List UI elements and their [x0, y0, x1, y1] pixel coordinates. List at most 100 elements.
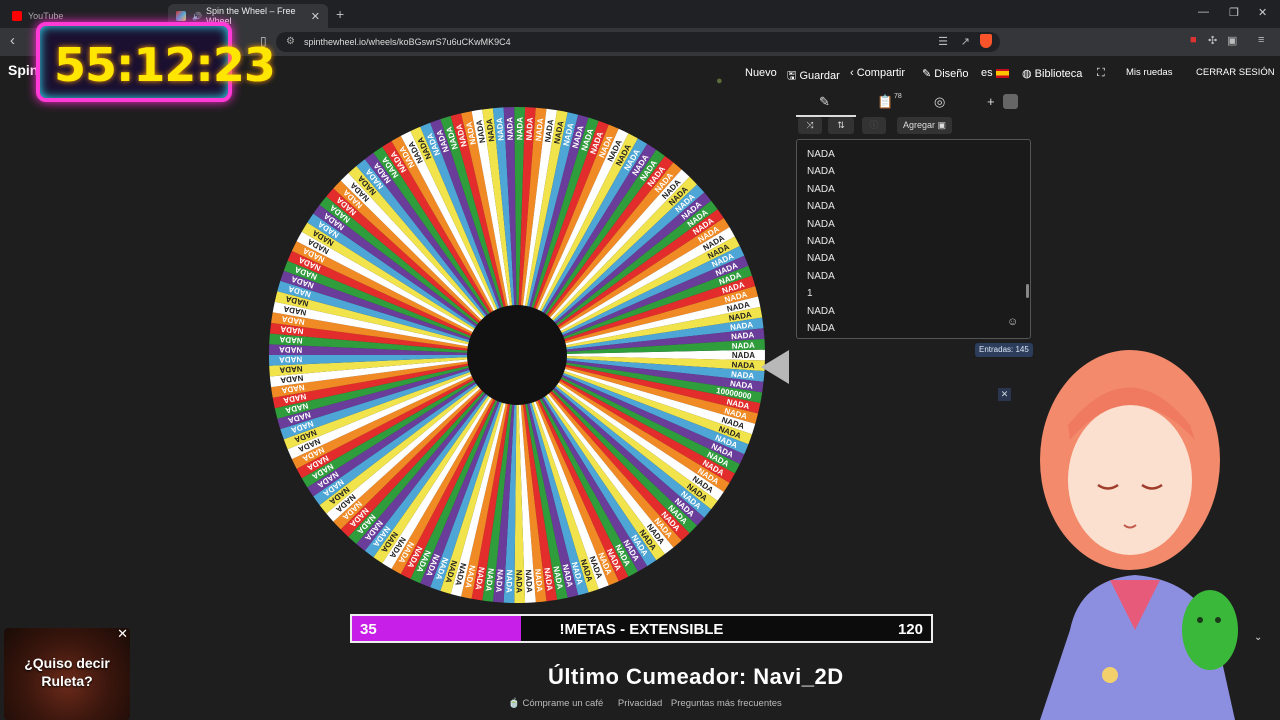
last-cumeador: Último Cumeador: Navi_2D	[548, 664, 844, 689]
goal-bar: !METAS - EXTENSIBLE 35 120	[350, 614, 933, 643]
url-field[interactable]: ⚙ spinthewheel.io/wheels/koBGswrS7u6uCKw…	[276, 32, 1000, 52]
nav-save[interactable]: 🖫 Guardar	[787, 67, 840, 86]
add-wheel-icon[interactable]: +	[987, 94, 995, 109]
info-button[interactable]: ⓘ	[862, 117, 886, 134]
wheel-segment-label: NADA	[279, 364, 303, 374]
entry-item: NADA	[807, 149, 835, 160]
chevron-down-icon[interactable]: ⌄	[1254, 632, 1262, 643]
entry-item: NADA	[807, 253, 835, 265]
share-icon: ‹	[850, 67, 854, 79]
entry-item: NADA	[807, 236, 835, 248]
results-list-icon[interactable]: 📋	[877, 94, 893, 110]
logout-button[interactable]: CERRAR SESIÓN	[1196, 67, 1275, 78]
results-count-badge: 78	[894, 93, 902, 100]
nav-my-wheels[interactable]: Mis ruedas	[1126, 67, 1172, 78]
entries-textarea[interactable]: NADA NADA NADA NADA NADA NADA NADA NADA 1 NADA NAD…	[796, 139, 1031, 339]
entry-item: NADA	[807, 270, 835, 282]
wheel-thumbnail-icon[interactable]	[1003, 94, 1018, 109]
spin-wheel[interactable]: NADANADANADANADA10000000NADANADANADANADA…	[262, 100, 772, 610]
globe-icon: ◍	[1022, 68, 1032, 80]
ruleta-text: ¿Quiso decir Ruleta?	[4, 654, 130, 690]
save-icon: 🖫	[787, 70, 797, 82]
nav-language[interactable]: es	[981, 67, 1009, 79]
ruleta-line2: Ruleta?	[41, 673, 93, 689]
close-popup-icon[interactable]: ✕	[117, 626, 128, 642]
site-settings-icon: ⚙	[286, 36, 295, 47]
timer-digits: 55:12:23	[54, 38, 276, 92]
nav-share-label: Compartir	[856, 67, 906, 79]
entries-scrollbar[interactable]	[1026, 284, 1029, 298]
nav-library[interactable]: ◍ Biblioteca	[1022, 67, 1082, 80]
ruleta-popup: ✕ ¿Quiso decir Ruleta?	[4, 626, 130, 720]
wheel-segment-label: NADA	[731, 360, 755, 370]
pencil-icon: ✎	[922, 68, 932, 80]
sidebar-icon[interactable]: ▣	[1227, 34, 1237, 47]
spain-flag-icon	[995, 68, 1009, 78]
nav-new[interactable]: Nuevo	[745, 67, 777, 79]
back-icon[interactable]: ‹	[10, 32, 15, 49]
hide-icon[interactable]: ◎	[934, 94, 945, 110]
wheel-segment-label: NADA	[514, 570, 523, 593]
wheel-favicon-icon	[176, 11, 186, 21]
extensions-icon[interactable]: ✣	[1208, 34, 1217, 47]
wheel-segment-label: NADA	[279, 345, 303, 355]
nav-save-label: Guardar	[799, 70, 840, 82]
tab-title: YouTube	[28, 11, 64, 21]
minimize-icon[interactable]: —	[1198, 6, 1209, 18]
footer-coffee-label: Cómprame un café	[522, 698, 604, 709]
close-window-icon[interactable]: ✕	[1258, 6, 1267, 19]
footer-coffee-link[interactable]: 🍵 Cómprame un café	[508, 698, 609, 709]
entry-item: NADA	[807, 166, 835, 178]
wheel-segment-label: NADA	[732, 341, 756, 351]
wheel-segment-label: NADA	[524, 569, 534, 593]
browser-menu-icon[interactable]: ≡	[1258, 34, 1264, 46]
entry-item: NADA	[807, 183, 835, 195]
mascot-small-icon: ●	[716, 75, 723, 87]
fullscreen-icon[interactable]: ⛶	[1097, 67, 1105, 80]
brave-shield-icon[interactable]	[980, 34, 992, 48]
goal-target: 120	[897, 621, 923, 638]
nav-library-label: Biblioteca	[1034, 68, 1083, 80]
wheel-hub[interactable]	[467, 305, 567, 405]
shuffle-button[interactable]: ⤨	[798, 117, 822, 134]
new-tab-icon[interactable]: +	[336, 6, 344, 22]
footer-privacy-link[interactable]: Privacidad	[618, 698, 662, 709]
add-image-label: Agregar	[902, 120, 935, 130]
url-text: spinthewheel.io/wheels/koBGswrS7u6uCKwMK…	[304, 37, 511, 47]
stream-timer: 55:12:23	[36, 22, 276, 102]
nav-share[interactable]: ‹ Compartir	[850, 67, 905, 79]
entry-item: 1	[807, 288, 813, 300]
youtube-favicon-icon	[12, 11, 22, 21]
close-tab-icon[interactable]: ✕	[311, 10, 320, 23]
sort-button[interactable]: ⇅	[828, 117, 854, 134]
footer-links: 🍵 Cómprame un café Privacidad Preguntas …	[508, 698, 788, 709]
wheel-pointer	[761, 350, 789, 384]
emoji-icon[interactable]: ☺	[1007, 316, 1018, 328]
entry-item: NADA	[807, 323, 835, 335]
goal-label: !METAS - EXTENSIBLE	[559, 621, 724, 638]
wheel-segment-label: NADA	[504, 570, 514, 594]
entry-item: NADA	[807, 201, 835, 213]
wheel-segment-label: NADA	[732, 351, 755, 360]
edit-entries-icon[interactable]: ✎	[819, 94, 830, 110]
wheel-segment-label: NADA	[279, 355, 303, 365]
image-icon: ▣	[937, 120, 947, 130]
ruleta-line1: ¿Quiso decir	[24, 655, 110, 671]
vtuber-avatar	[1040, 350, 1238, 720]
nav-language-label: es	[981, 67, 993, 79]
share-page-icon[interactable]: ↗	[961, 35, 970, 48]
add-image-button[interactable]: Agregar ▣	[897, 117, 952, 134]
wheel-segment-label: NADA	[505, 117, 515, 141]
footer-faq-link[interactable]: Preguntas más frecuentes	[671, 698, 782, 709]
goal-current: 35	[360, 621, 377, 638]
reader-icon[interactable]: ☰	[938, 35, 948, 48]
entry-item: NADA	[807, 218, 835, 230]
entry-item: NADA	[807, 305, 835, 317]
speaker-icon: 🔊	[192, 11, 202, 21]
maximize-icon[interactable]: ❐	[1229, 6, 1239, 19]
record-icon[interactable]: ■	[1190, 34, 1197, 46]
entries-list: NADA NADA NADA NADA NADA NADA NADA NADA 1 NADA NAD…	[807, 146, 1020, 337]
wheel-segment-label: NADA	[515, 117, 524, 140]
nav-design[interactable]: ✎ Diseño	[922, 67, 969, 80]
nav-design-label: Diseño	[934, 68, 969, 80]
